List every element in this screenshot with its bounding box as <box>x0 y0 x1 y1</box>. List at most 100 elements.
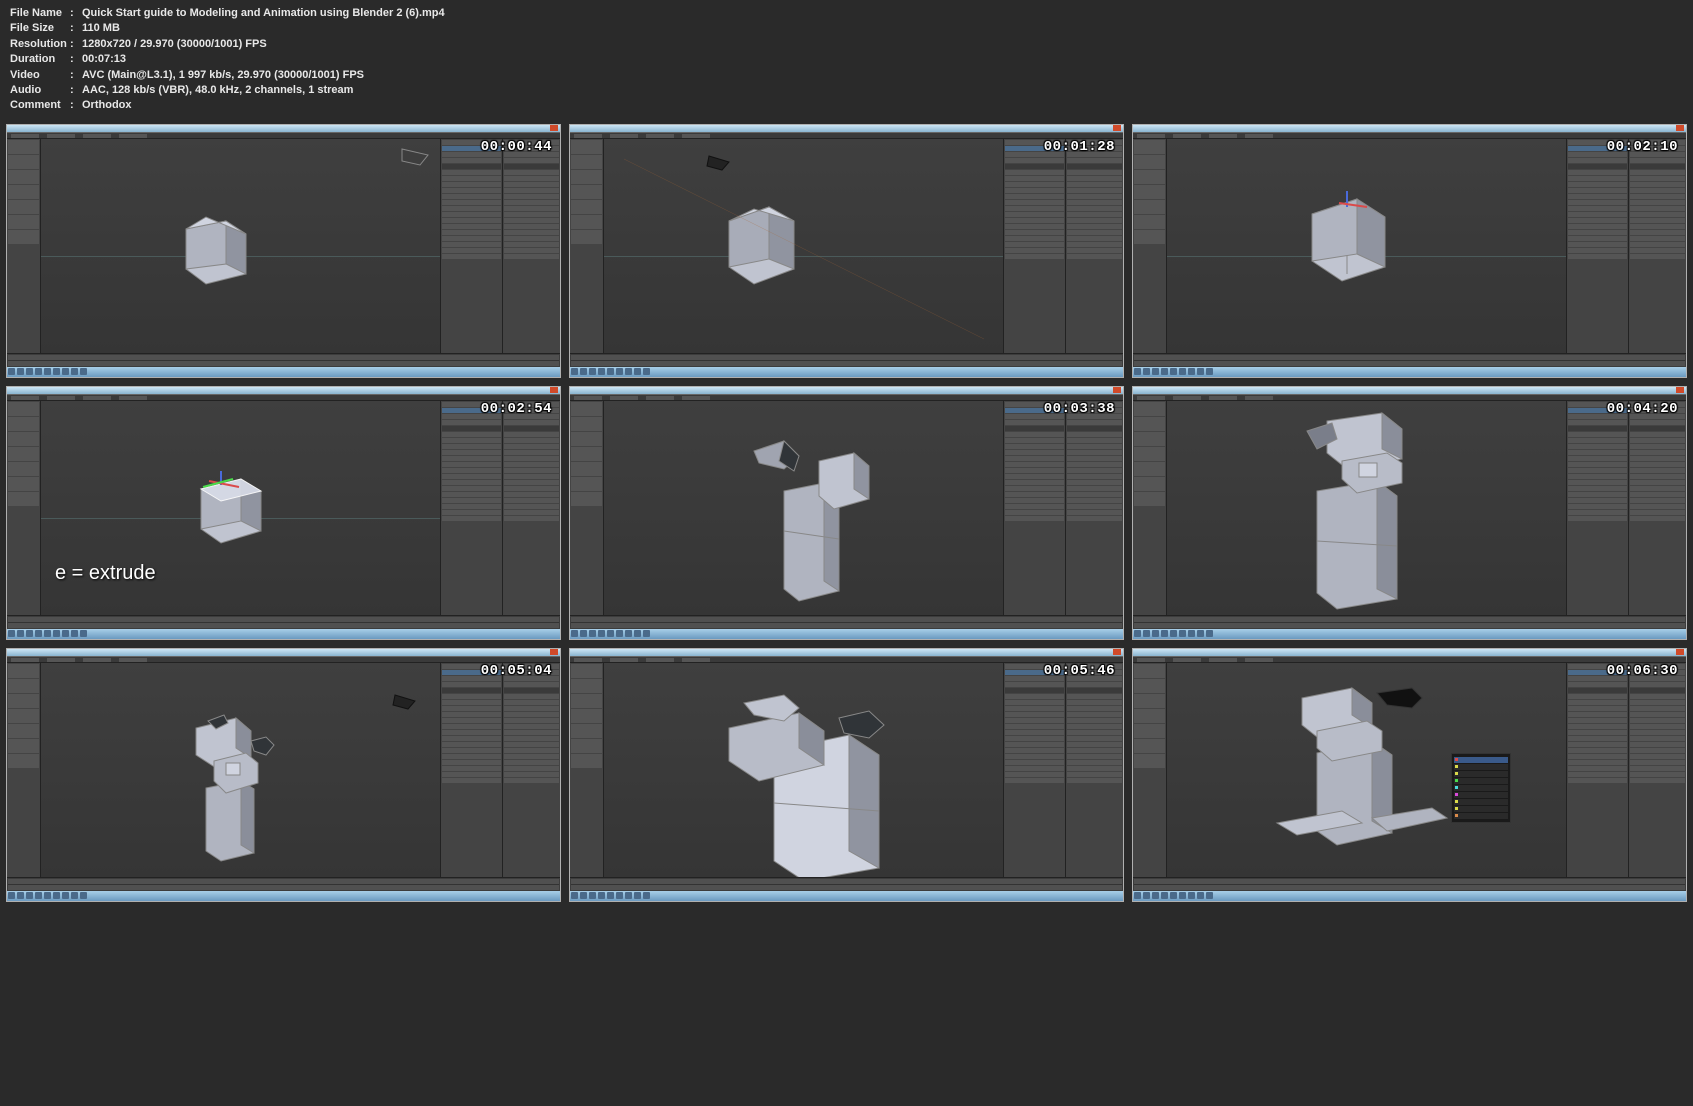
close-icon <box>1113 125 1121 131</box>
properties-panel <box>440 401 502 615</box>
window-titlebar <box>1133 649 1686 657</box>
camera-icon <box>400 147 430 167</box>
close-icon <box>1676 387 1684 393</box>
timeline <box>7 615 560 629</box>
close-icon <box>1113 387 1121 393</box>
tool-shelf <box>1133 401 1167 615</box>
window-titlebar <box>7 649 560 657</box>
outliner-panel <box>502 139 560 353</box>
thumbnail[interactable]: 00:00:44 <box>6 124 561 378</box>
close-icon <box>550 125 558 131</box>
taskbar <box>1133 629 1686 639</box>
viewport-3d: e = extrude <box>41 401 440 615</box>
window-titlebar <box>570 649 1123 657</box>
timestamp: 00:05:04 <box>481 663 552 679</box>
properties-panel <box>440 139 502 353</box>
camera-icon <box>390 693 420 713</box>
timeline <box>570 615 1123 629</box>
properties-panel <box>1003 663 1065 877</box>
tool-shelf <box>1133 139 1167 353</box>
timestamp: 00:03:38 <box>1044 401 1115 417</box>
thumbnail[interactable]: 00:02:10 <box>1132 124 1687 378</box>
properties-panel <box>1566 401 1628 615</box>
thumbnail[interactable]: 00:05:46 <box>569 648 1124 902</box>
tool-shelf <box>1133 663 1167 877</box>
viewport-3d <box>604 663 1003 877</box>
timestamp: 00:06:30 <box>1607 663 1678 679</box>
value-audio: AAC, 128 kb/s (VBR), 48.0 kHz, 2 channel… <box>82 83 353 98</box>
tool-shelf <box>7 139 41 353</box>
timestamp: 00:02:10 <box>1607 139 1678 155</box>
tool-shelf <box>570 663 604 877</box>
thumbnail[interactable]: 00:04:20 <box>1132 386 1687 640</box>
viewport-3d <box>41 663 440 877</box>
window-titlebar <box>1133 125 1686 133</box>
thumbnail[interactable]: e = extrude 00:02:54 <box>6 386 561 640</box>
outliner-panel <box>502 401 560 615</box>
close-icon <box>1113 649 1121 655</box>
thumbnail[interactable]: 00:01:28 <box>569 124 1124 378</box>
outliner-panel <box>502 663 560 877</box>
close-icon <box>1676 649 1684 655</box>
annotation-text: e = extrude <box>55 562 156 585</box>
outliner-panel <box>1628 139 1686 353</box>
timestamp: 00:04:20 <box>1607 401 1678 417</box>
timeline <box>1133 877 1686 891</box>
thumbnail[interactable]: 00:06:30 <box>1132 648 1687 902</box>
taskbar <box>570 891 1123 901</box>
timeline <box>570 877 1123 891</box>
viewport-3d <box>604 401 1003 615</box>
value-comment: Orthodox <box>82 98 132 113</box>
file-metadata: File Name:Quick Start guide to Modeling … <box>0 0 1693 120</box>
close-icon <box>550 387 558 393</box>
properties-panel <box>1003 139 1065 353</box>
value-filename: Quick Start guide to Modeling and Animat… <box>82 6 445 21</box>
outliner-panel <box>1628 663 1686 877</box>
timestamp: 00:02:54 <box>481 401 552 417</box>
properties-panel <box>440 663 502 877</box>
properties-panel <box>1003 401 1065 615</box>
timeline <box>1133 615 1686 629</box>
outliner-panel <box>1065 139 1123 353</box>
close-icon <box>1676 125 1684 131</box>
tool-shelf <box>570 139 604 353</box>
taskbar <box>7 891 560 901</box>
tool-shelf <box>7 401 41 615</box>
thumbnail[interactable]: 00:03:38 <box>569 386 1124 640</box>
window-titlebar <box>570 387 1123 395</box>
viewport-3d <box>1167 139 1566 353</box>
tool-shelf <box>7 663 41 877</box>
viewport-3d <box>1167 663 1566 877</box>
viewport-3d <box>604 139 1003 353</box>
label-filesize: File Size <box>10 21 70 36</box>
thumbnail[interactable]: 00:05:04 <box>6 648 561 902</box>
window-titlebar <box>570 125 1123 133</box>
label-duration: Duration <box>10 52 70 67</box>
window-titlebar <box>7 387 560 395</box>
value-filesize: 110 MB <box>82 21 120 36</box>
outliner-panel <box>1065 663 1123 877</box>
taskbar <box>7 629 560 639</box>
tool-shelf <box>570 401 604 615</box>
properties-panel <box>1566 663 1628 877</box>
taskbar <box>570 629 1123 639</box>
viewport-3d <box>1167 401 1566 615</box>
timestamp: 00:05:46 <box>1044 663 1115 679</box>
timeline <box>1133 353 1686 367</box>
timestamp: 00:01:28 <box>1044 139 1115 155</box>
taskbar <box>1133 891 1686 901</box>
value-duration: 00:07:13 <box>82 52 126 67</box>
label-video: Video <box>10 68 70 83</box>
label-comment: Comment <box>10 98 70 113</box>
outliner-panel <box>1628 401 1686 615</box>
properties-panel <box>1566 139 1628 353</box>
taskbar <box>570 367 1123 377</box>
timeline <box>7 877 560 891</box>
timestamp: 00:00:44 <box>481 139 552 155</box>
taskbar <box>7 367 560 377</box>
timeline <box>570 353 1123 367</box>
context-menu[interactable] <box>1451 753 1511 823</box>
window-titlebar <box>7 125 560 133</box>
thumbnail-grid: 00:00:44 00:01:28 <box>0 120 1693 906</box>
label-filename: File Name <box>10 6 70 21</box>
